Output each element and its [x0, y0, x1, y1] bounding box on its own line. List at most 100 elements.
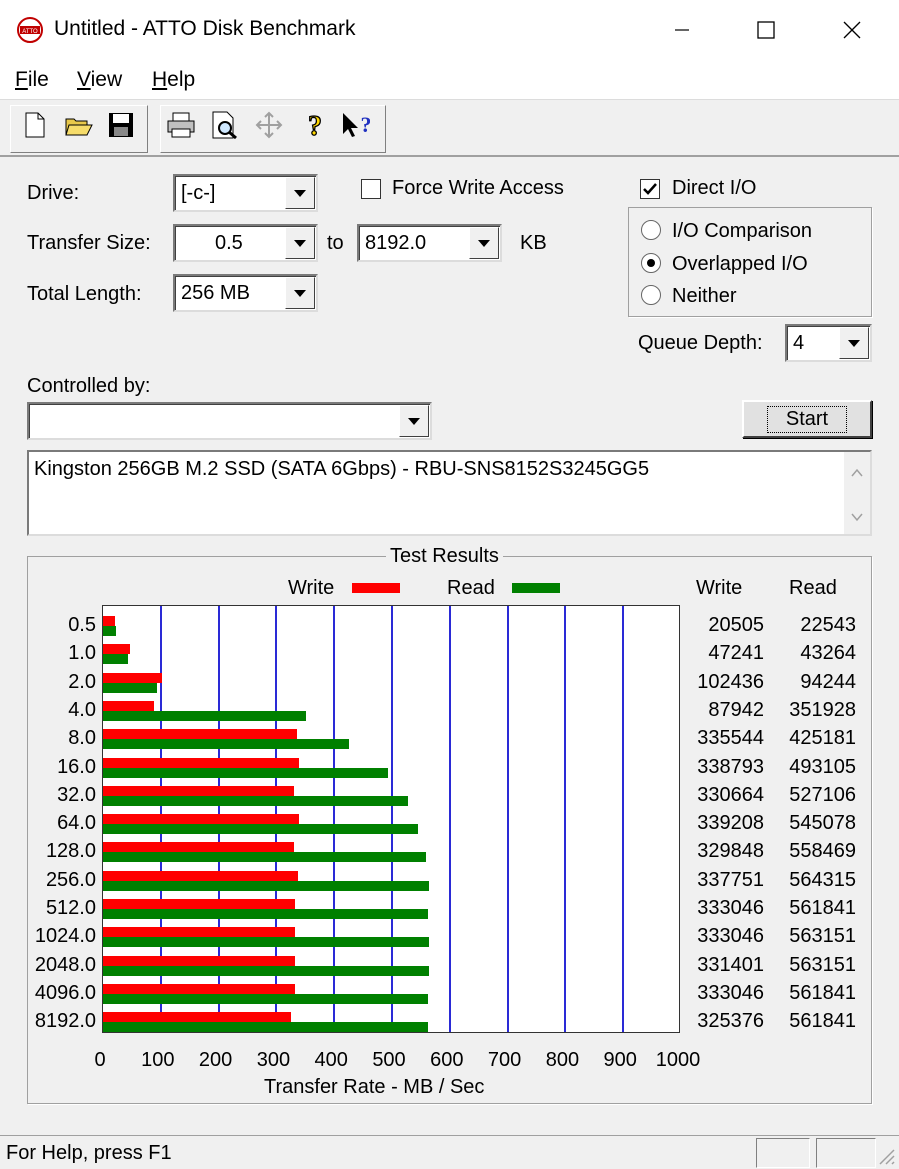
bar-write [103, 870, 299, 881]
x-tick-label: 700 [487, 1049, 522, 1071]
maximize-button[interactable] [744, 10, 788, 50]
y-tick-label: 0.5 [68, 614, 96, 636]
resize-grip-icon[interactable] [876, 1146, 896, 1166]
controlled-by-dropdown-arrow-icon[interactable] [399, 405, 429, 437]
grid-line [564, 606, 567, 1032]
transfer-from-value: 0.5 [215, 232, 243, 254]
read-value: 94244 [800, 670, 856, 693]
bar-write [103, 814, 300, 825]
move-icon[interactable] [254, 107, 284, 143]
write-value: 339208 [697, 812, 764, 835]
read-value: 351928 [789, 698, 856, 721]
status-pane-1 [756, 1138, 810, 1168]
write-value: 333046 [697, 981, 764, 1004]
close-button[interactable] [830, 10, 874, 50]
bar-read [103, 710, 307, 721]
overlapped-io-radio[interactable] [641, 253, 661, 273]
read-value: 558469 [789, 840, 856, 863]
read-value: 527106 [789, 783, 856, 806]
y-tick-label: 256.0 [45, 868, 96, 891]
bar-write [103, 927, 296, 938]
x-tick-label: 600 [430, 1049, 464, 1071]
bar-write [103, 899, 296, 909]
help-icon[interactable]: ? [300, 107, 330, 143]
status-pane-2 [816, 1138, 876, 1168]
kb-label: KB [520, 232, 547, 254]
status-text: For Help, press F1 [6, 1142, 172, 1164]
menu-bar: File View Help [0, 60, 899, 100]
direct-io-checkbox[interactable] [640, 179, 660, 199]
transfer-from-dropdown-arrow-icon[interactable] [285, 227, 315, 259]
transfer-size-to-select[interactable]: 8192.0 [357, 224, 502, 262]
queue-depth-label: Queue Depth: [638, 332, 763, 354]
transfer-size-from-select[interactable]: 0.5 [173, 224, 318, 262]
neither-radio[interactable] [641, 285, 661, 305]
save-icon[interactable] [106, 107, 136, 143]
bar-write [103, 616, 115, 626]
svg-text:ATTO: ATTO [22, 29, 38, 35]
queue-depth-dropdown-arrow-icon[interactable] [839, 327, 869, 359]
y-tick-label: 4096.0 [34, 981, 96, 1004]
bar-write [103, 729, 297, 740]
y-tick-label: 1.0 [68, 642, 96, 665]
read-value: 563151 [789, 925, 856, 948]
start-button[interactable]: Start [742, 400, 872, 438]
total-length-select[interactable]: 256 MB [173, 274, 318, 312]
svg-text:?: ? [308, 111, 322, 140]
menu-view[interactable]: View [77, 68, 122, 92]
new-icon[interactable] [20, 107, 50, 143]
bar-read [103, 739, 349, 750]
legend-write-label: Write [288, 577, 335, 599]
x-tick-label: 100 [141, 1049, 175, 1071]
bar-read [103, 993, 428, 1004]
description-textarea[interactable]: Kingston 256GB M.2 SSD (SATA 6Gbps) - RB… [27, 450, 872, 536]
io-comparison-radio[interactable] [641, 220, 661, 240]
read-value: 493105 [789, 755, 856, 778]
start-button-label: Start [766, 405, 848, 433]
bar-read [103, 767, 388, 778]
force-write-checkbox[interactable] [361, 179, 381, 199]
write-value: 337751 [697, 868, 764, 891]
write-value: 333046 [697, 897, 764, 919]
x-tick-label: 1000 [655, 1049, 701, 1071]
checkmark-icon [643, 183, 657, 195]
read-value: 564315 [789, 868, 856, 891]
print-preview-icon[interactable] [210, 107, 240, 143]
drive-label: Drive: [27, 182, 80, 204]
drive-select[interactable]: [-c-] [173, 174, 318, 212]
print-icon[interactable] [166, 107, 196, 143]
y-tick-label: 8.0 [68, 727, 96, 750]
legend-read-swatch [512, 583, 560, 593]
minimize-button[interactable] [660, 10, 704, 50]
write-column-header: Write [696, 577, 743, 599]
drive-dropdown-arrow-icon[interactable] [285, 177, 315, 209]
y-tick-label: 512.0 [45, 897, 96, 919]
bar-write [103, 785, 295, 796]
read-value: 22543 [800, 614, 856, 636]
menu-help[interactable]: Help [152, 68, 195, 92]
bar-write [103, 672, 163, 683]
drive-value: [-c-] [181, 182, 216, 204]
bar-read [103, 682, 158, 693]
controlled-by-select[interactable] [27, 402, 432, 440]
bar-read [103, 937, 429, 948]
total-length-dropdown-arrow-icon[interactable] [285, 277, 315, 309]
status-bar: For Help, press F1 [0, 1135, 899, 1169]
bar-write [103, 983, 296, 994]
title-bar: ATTO Untitled - ATTO Disk Benchmark [0, 0, 899, 60]
x-tick-label: 300 [256, 1049, 291, 1071]
queue-depth-select[interactable]: 4 [785, 324, 872, 362]
bar-read [103, 909, 428, 919]
bar-read [103, 795, 408, 806]
bar-read [103, 626, 116, 636]
neither-label: Neither [672, 285, 737, 307]
read-value: 545078 [789, 812, 856, 835]
menu-file[interactable]: File [15, 68, 49, 92]
write-value: 102436 [697, 670, 764, 693]
transfer-to-dropdown-arrow-icon[interactable] [469, 227, 499, 259]
description-scrollbar[interactable] [844, 452, 870, 534]
read-value: 43264 [800, 642, 856, 665]
context-help-icon[interactable]: ? [340, 107, 370, 143]
open-icon[interactable] [64, 107, 94, 143]
grid-line [622, 606, 625, 1032]
